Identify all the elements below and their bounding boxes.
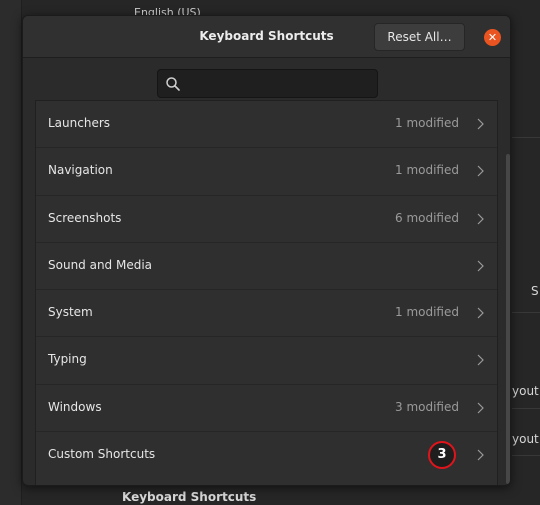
category-row-launchers[interactable]: Launchers 1 modified xyxy=(36,101,497,149)
dialog-headerbar: Keyboard Shortcuts Reset All… ✕ xyxy=(23,16,510,58)
search-icon xyxy=(166,77,180,91)
chevron-right-icon xyxy=(477,118,484,130)
chevron-right-icon xyxy=(477,402,484,414)
category-status: 1 modified xyxy=(395,163,459,178)
category-row-system[interactable]: System 1 modified xyxy=(36,290,497,338)
shortcut-category-list: Launchers 1 modified Navigation 1 modifi… xyxy=(35,100,498,485)
background-setting-label: yout xyxy=(512,384,539,398)
category-label: Windows xyxy=(48,399,102,414)
background-divider xyxy=(512,455,540,456)
category-status: 1 modified xyxy=(395,305,459,320)
background-setting-label: S xyxy=(531,284,539,298)
chevron-right-icon xyxy=(477,165,484,177)
search-input[interactable] xyxy=(157,69,378,98)
keyboard-shortcuts-dialog: Keyboard Shortcuts Reset All… ✕ Launcher… xyxy=(22,15,511,486)
category-label: Typing xyxy=(48,352,87,367)
background-divider xyxy=(512,312,540,313)
category-row-windows[interactable]: Windows 3 modified xyxy=(36,385,497,433)
category-label: Screenshots xyxy=(48,210,122,225)
close-icon: ✕ xyxy=(487,31,498,44)
annotation-number-badge: 3 xyxy=(428,441,456,470)
category-status: 6 modified xyxy=(395,210,459,225)
background-divider xyxy=(512,408,540,409)
close-button[interactable]: ✕ xyxy=(484,29,501,46)
category-row-screenshots[interactable]: Screenshots 6 modified xyxy=(36,196,497,243)
chevron-right-icon xyxy=(477,260,484,272)
category-row-typing[interactable]: Typing xyxy=(36,337,497,385)
chevron-right-icon xyxy=(477,307,484,319)
background-divider xyxy=(512,137,540,138)
category-status: 1 modified xyxy=(395,116,459,130)
chevron-right-icon xyxy=(477,449,484,461)
search-bar xyxy=(23,59,510,101)
category-row-custom-shortcuts[interactable]: Custom Shortcuts 3 xyxy=(36,432,497,479)
category-status: 3 modified xyxy=(395,399,459,414)
category-row-sound-and-media[interactable]: Sound and Media xyxy=(36,243,497,291)
category-label: Sound and Media xyxy=(48,257,153,272)
background-setting-label: yout xyxy=(512,432,539,446)
chevron-right-icon xyxy=(477,213,484,225)
background-sidebar xyxy=(0,0,22,505)
category-label: Navigation xyxy=(48,163,113,178)
category-row-navigation[interactable]: Navigation 1 modified xyxy=(36,148,497,196)
background-section-heading: Keyboard Shortcuts xyxy=(122,490,257,504)
category-label: System xyxy=(48,305,93,320)
list-scrollbar[interactable] xyxy=(506,154,510,484)
category-label: Custom Shortcuts xyxy=(48,447,156,462)
category-label: Launchers xyxy=(48,116,111,130)
reset-all-button[interactable]: Reset All… xyxy=(374,23,465,51)
chevron-right-icon xyxy=(477,355,484,366)
